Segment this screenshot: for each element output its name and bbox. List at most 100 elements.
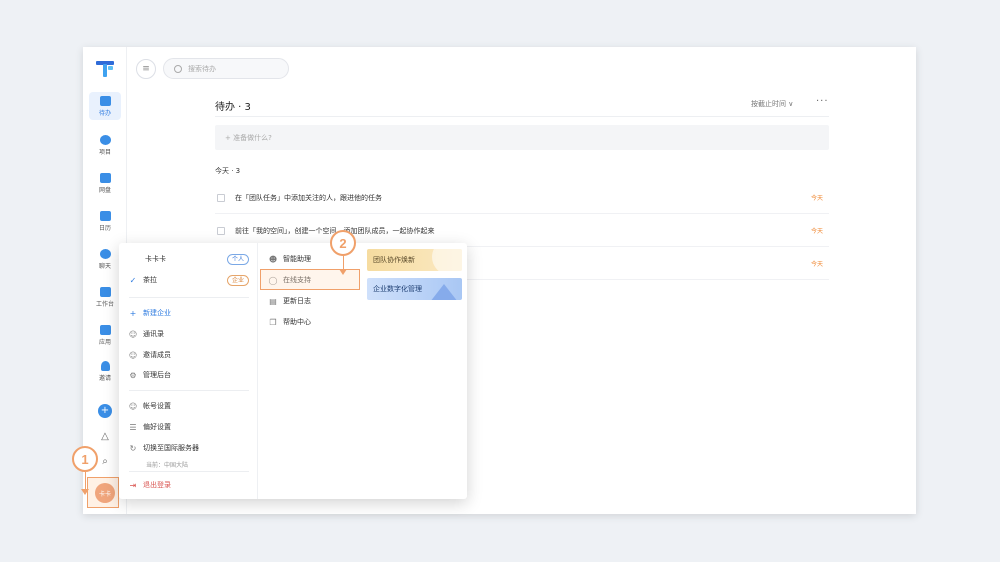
add-icon[interactable]: + — [98, 404, 112, 418]
rail-label: 邀请 — [98, 374, 111, 382]
folder-icon — [99, 172, 111, 183]
search-icon[interactable]: ⌕ — [98, 454, 112, 468]
enterprise-tag: 企业 — [226, 274, 249, 286]
search-icon — [174, 64, 182, 73]
sliders-icon: ☰ — [129, 422, 137, 432]
rail-item-workbench[interactable]: 工作台 — [89, 283, 121, 311]
rail-item-invite[interactable]: 邀请 — [89, 357, 121, 385]
group-title-today: 今天 · 3 — [215, 167, 241, 175]
gear-icon: ⚙ — [129, 370, 137, 380]
page-title: 待办 · 3 — [215, 102, 251, 113]
admin-console-label: 管理后台 — [143, 371, 171, 379]
document-icon: ▤ — [269, 296, 277, 306]
rail-label: 项目 — [98, 148, 111, 156]
apps-icon — [99, 324, 111, 335]
rail-item-chat[interactable]: 聊天 — [89, 245, 121, 273]
assistant-label: 智能助理 — [283, 255, 311, 263]
robot-icon: ☻ — [268, 254, 278, 264]
bell-icon[interactable]: △ — [98, 429, 112, 443]
task-due: 今天 — [810, 228, 823, 235]
task-title: 在「团队任务」中添加关注的人，跟进他的任务 — [235, 193, 382, 202]
account-menu: 卡卡卡 个人 ✓ 茶拉 企业 + 新建企业 ☺ 通讯录 ☺ 邀请成员 ⚙ 管理后… — [119, 243, 467, 499]
callout-step-1: 1 — [72, 446, 98, 472]
callout-arrow-line — [343, 256, 344, 269]
current-region: 当前：中国大陆 — [146, 462, 189, 469]
user-name-item[interactable]: 卡卡卡 个人 — [129, 251, 249, 267]
invite-icon — [100, 360, 110, 371]
contacts-icon: ☺ — [128, 329, 138, 339]
org-item[interactable]: ✓ 茶拉 企业 — [129, 272, 249, 288]
contacts-item[interactable]: ☺ 通讯录 — [129, 326, 249, 342]
logout-label: 退出登录 — [143, 481, 171, 489]
help-icon: ❐ — [269, 317, 277, 327]
new-enterprise-item[interactable]: + 新建企业 — [129, 305, 249, 321]
rail-item-todo[interactable]: 待办 — [89, 92, 121, 120]
changelog-item[interactable]: ▤ 更新日志 — [269, 293, 359, 309]
preferences-label: 偏好设置 — [143, 423, 171, 431]
switch-region-item[interactable]: ↻ 切换至国际服务器 — [129, 440, 249, 456]
callout-arrow-head — [81, 489, 89, 495]
chat-icon — [99, 248, 111, 259]
logout-icon: ⇥ — [129, 480, 137, 490]
rail-label: 聊天 — [98, 262, 111, 270]
preferences-item[interactable]: ☰ 偏好设置 — [129, 419, 249, 435]
rail-item-apps[interactable]: 应用 — [89, 321, 121, 349]
changelog-label: 更新日志 — [283, 297, 311, 305]
account-settings-label: 帐号设置 — [143, 402, 171, 410]
rail-label: 工作台 — [95, 300, 114, 308]
help-center-item[interactable]: ❐ 帮助中心 — [269, 314, 359, 330]
avatar[interactable]: 卡卡 — [95, 483, 115, 503]
user-icon: ☺ — [128, 401, 138, 411]
logout-item[interactable]: ⇥ 退出登录 — [129, 477, 249, 493]
admin-console-item[interactable]: ⚙ 管理后台 — [129, 367, 249, 383]
rail-label: 待办 — [98, 109, 111, 117]
rail-item-calendar[interactable]: 日历 — [89, 207, 121, 235]
plus-icon: + — [129, 308, 137, 318]
task-row[interactable]: 在「团队任务」中添加关注的人，跟进他的任务 今天 — [215, 182, 829, 214]
callout-step-2: 2 — [330, 230, 356, 256]
personal-tag: 个人 — [226, 253, 249, 265]
switch-region-label: 切换至国际服务器 — [143, 444, 199, 452]
user-name: 卡卡卡 — [145, 255, 166, 263]
rail-label: 应用 — [98, 338, 111, 346]
add-task-input[interactable]: + 准备做什么? — [215, 125, 829, 150]
help-center-label: 帮助中心 — [283, 318, 311, 326]
banner-label: 企业数字化管理 — [373, 285, 422, 293]
contacts-label: 通讯录 — [143, 330, 164, 338]
new-enterprise-label: 新建企业 — [143, 309, 171, 317]
check-icon: ✓ — [129, 275, 137, 285]
account-settings-item[interactable]: ☺ 帐号设置 — [129, 398, 249, 414]
sort-dropdown[interactable]: 按截止时间 ∨ — [751, 99, 793, 109]
search-input[interactable]: 搜索待办 — [188, 64, 216, 74]
promo-banner-digital[interactable]: 企业数字化管理 — [367, 278, 462, 300]
org-name: 茶拉 — [143, 276, 157, 284]
task-checkbox[interactable] — [217, 226, 225, 235]
add-task-placeholder: + 准备做什么? — [225, 133, 272, 142]
divider — [129, 471, 249, 472]
account-menu-left: 卡卡卡 个人 ✓ 茶拉 企业 + 新建企业 ☺ 通讯录 ☺ 邀请成员 ⚙ 管理后… — [119, 243, 258, 499]
divider — [129, 390, 249, 391]
divider — [215, 116, 829, 117]
switch-icon: ↻ — [129, 443, 137, 453]
search-bar[interactable]: 搜索待办 — [163, 58, 289, 79]
menu-icon: ≡ — [142, 64, 150, 74]
rail-item-drive[interactable]: 网盘 — [89, 169, 121, 197]
rail-label: 网盘 — [98, 186, 111, 194]
todo-icon — [99, 95, 111, 106]
calendar-icon — [99, 210, 111, 221]
invite-members-item[interactable]: ☺ 邀请成员 — [129, 347, 249, 363]
more-icon[interactable]: ··· — [816, 96, 829, 107]
task-due: 今天 — [810, 261, 823, 268]
promo-banner-teamwork[interactable]: 团队协作焕新 — [367, 249, 462, 271]
app-logo — [96, 61, 114, 77]
rail-item-project[interactable]: 项目 — [89, 131, 121, 159]
task-checkbox[interactable] — [217, 193, 225, 202]
banner-label: 团队协作焕新 — [373, 256, 415, 264]
divider — [129, 297, 249, 298]
invite-members-label: 邀请成员 — [143, 351, 171, 359]
rail-label: 日历 — [98, 224, 111, 232]
menu-button[interactable]: ≡ — [136, 59, 156, 79]
callout-arrow-head — [339, 269, 347, 275]
project-icon — [99, 134, 111, 145]
invite-user-icon: ☺ — [128, 350, 138, 360]
